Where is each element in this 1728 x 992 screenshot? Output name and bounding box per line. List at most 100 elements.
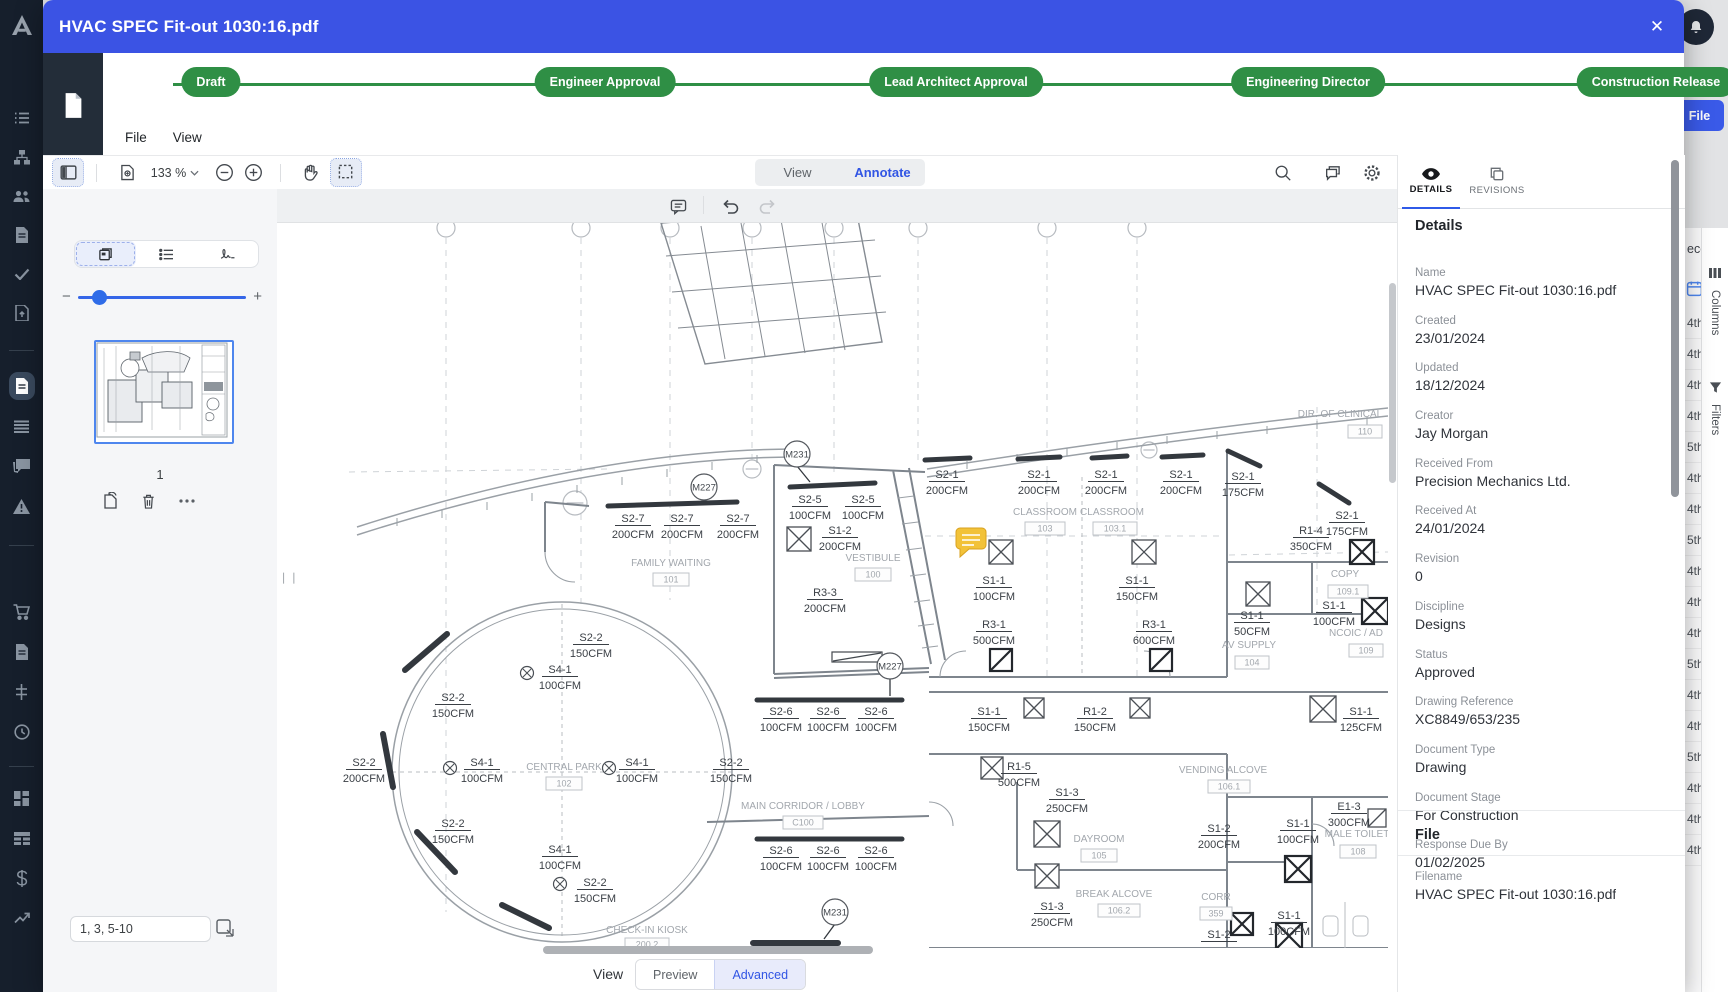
app-logo-icon[interactable]	[7, 9, 37, 41]
outline-mode-button[interactable]	[136, 241, 197, 267]
filters-icon[interactable]	[1709, 381, 1722, 394]
apply-page-range-icon[interactable]	[215, 918, 237, 940]
svg-text:S1-2: S1-2	[828, 525, 851, 537]
background-page: File ece 4th4th4th4th5th4th4th5th4th4th4…	[1684, 0, 1728, 992]
svg-text:VENDING ALCOVE: VENDING ALCOVE	[1179, 765, 1268, 776]
tab-annotate[interactable]: Annotate	[840, 165, 925, 180]
svg-text:200CFM: 200CFM	[661, 529, 703, 541]
gear-icon[interactable]	[1358, 159, 1386, 186]
svg-text:VESTIBULE: VESTIBULE	[845, 553, 900, 564]
notifications-bell-icon[interactable]	[1684, 9, 1714, 45]
bottom-tab-advanced[interactable]: Advanced	[714, 960, 805, 989]
svg-text:S1-1: S1-1	[1240, 610, 1263, 622]
svg-text:100CFM: 100CFM	[461, 773, 503, 785]
page-fit-button[interactable]	[113, 159, 141, 186]
separator	[703, 196, 704, 214]
thumbnail-zoom-slider[interactable]: − +	[62, 287, 262, 307]
background-table-row: 4th	[1684, 401, 1702, 432]
drawing-canvas[interactable]: M231M227M227M231 S2-7200CFMS2-7200CFMS2-…	[277, 222, 1388, 948]
modal-header: HVAC SPEC Fit-out 1030:16.pdf ✕	[43, 0, 1684, 53]
sidebar-item-grid-icon[interactable]	[0, 783, 43, 813]
app-sidebar	[0, 0, 43, 992]
sidebar-item-dollar-icon[interactable]	[0, 863, 43, 893]
sidebar-item-hierarchy-icon[interactable]	[0, 142, 43, 172]
slider-plus-icon[interactable]: +	[253, 288, 262, 305]
detail-field: Created23/01/2024	[1415, 315, 1670, 363]
sidebar-item-document-icon[interactable]	[0, 220, 43, 250]
trash-icon[interactable]	[141, 493, 156, 510]
sidebar-item-check-icon[interactable]	[0, 259, 43, 289]
svg-text:150CFM: 150CFM	[968, 722, 1010, 734]
sidebar-item-cart-icon[interactable]	[0, 597, 43, 627]
svg-text:350CFM: 350CFM	[1290, 541, 1332, 553]
rotate-page-icon[interactable]	[103, 492, 119, 510]
pan-hand-button[interactable]	[295, 159, 325, 186]
background-table-row: 4th	[1684, 618, 1702, 649]
columns-icon[interactable]	[1708, 266, 1722, 280]
sidebar-item-sliders-icon[interactable]	[0, 677, 43, 707]
zoom-level-dropdown[interactable]: 133 %	[149, 159, 201, 186]
close-icon[interactable]: ✕	[1644, 14, 1670, 40]
workflow-stage-draft[interactable]: Draft	[181, 67, 240, 97]
filters-rail-label[interactable]: Filters	[1709, 404, 1721, 435]
workflow-stage-lead-architect-approval[interactable]: Lead Architect Approval	[869, 67, 1043, 97]
tab-details[interactable]: DETAILS	[1398, 155, 1464, 208]
pages-mode-button[interactable]	[75, 241, 136, 267]
menu-file[interactable]: File	[125, 130, 147, 145]
slider-minus-icon[interactable]: −	[62, 288, 71, 305]
sidebar-item-clock-icon[interactable]	[0, 717, 43, 747]
document-viewer-modal: HVAC SPEC Fit-out 1030:16.pdf ✕ Draft Eng…	[43, 0, 1684, 992]
sidebar-item-warning-icon[interactable]	[0, 491, 43, 521]
zoom-out-button[interactable]	[211, 159, 237, 186]
slider-knob[interactable]	[92, 290, 107, 305]
sidebar-item-table-icon[interactable]	[0, 823, 43, 853]
comments-icon[interactable]	[1318, 159, 1346, 186]
svg-text:S2-6: S2-6	[864, 845, 887, 857]
sidebar-item-list-icon[interactable]	[0, 103, 43, 133]
annotation-comment-pin[interactable]	[956, 528, 986, 557]
document-tab[interactable]	[43, 53, 103, 157]
view-annotate-switch: View Annotate	[755, 159, 925, 186]
sidebar-item-users-icon[interactable]	[0, 181, 43, 211]
sidebar-item-chat-icon[interactable]	[0, 451, 43, 481]
signature-mode-button[interactable]	[197, 241, 258, 267]
table-side-rail: Columns Filters	[1701, 228, 1728, 992]
redo-icon[interactable]	[755, 193, 781, 220]
page-range-input[interactable]: 1, 3, 5-10	[70, 916, 211, 942]
svg-text:100CFM: 100CFM	[855, 722, 897, 734]
workflow-stage-engineering-director[interactable]: Engineering Director	[1231, 67, 1385, 97]
workflow-stage-construction-release[interactable]: Construction Release	[1577, 67, 1728, 97]
svg-text:250CFM: 250CFM	[1031, 917, 1073, 929]
tab-revisions[interactable]: REVISIONS	[1464, 155, 1530, 208]
detail-field: Received At24/01/2024	[1415, 505, 1670, 553]
modal-scrollbar[interactable]	[1671, 160, 1679, 497]
svg-text:R3-1: R3-1	[982, 619, 1006, 631]
viewer-vertical-scrollbar[interactable]	[1389, 283, 1396, 483]
comment-tool-icon[interactable]	[665, 193, 691, 220]
sidebar-item-trend-icon[interactable]	[0, 903, 43, 933]
workflow-stage-engineer-approval[interactable]: Engineer Approval	[535, 67, 676, 97]
svg-text:200CFM: 200CFM	[1018, 485, 1060, 497]
menu-view[interactable]: View	[173, 130, 202, 145]
svg-text:100CFM: 100CFM	[1313, 616, 1355, 628]
columns-rail-label[interactable]: Columns	[1709, 290, 1721, 335]
svg-text:150CFM: 150CFM	[710, 773, 752, 785]
page-thumbnail[interactable]	[94, 340, 234, 444]
search-icon[interactable]	[1269, 159, 1297, 186]
zoom-in-button[interactable]	[240, 159, 266, 186]
svg-text:100CFM: 100CFM	[789, 510, 831, 522]
more-options-icon[interactable]	[178, 498, 196, 504]
sidebar-item-upload-icon[interactable]	[0, 298, 43, 328]
viewer-horizontal-scrollbar[interactable]	[543, 946, 873, 954]
background-table-row: 4th	[1684, 308, 1702, 339]
panel-resize-handle[interactable]: ❘❘	[279, 571, 299, 584]
sidebar-item-document-icon[interactable]	[0, 637, 43, 667]
sidebar-item-rows-icon[interactable]	[0, 411, 43, 441]
undo-icon[interactable]	[717, 193, 743, 220]
background-file-button[interactable]: File	[1684, 100, 1724, 131]
marquee-select-button[interactable]	[331, 159, 361, 186]
tab-view[interactable]: View	[755, 165, 840, 180]
toggle-sidebar-button[interactable]	[53, 159, 83, 186]
sidebar-item-document-icon[interactable]	[0, 371, 43, 401]
bottom-tab-preview[interactable]: Preview	[636, 960, 714, 989]
